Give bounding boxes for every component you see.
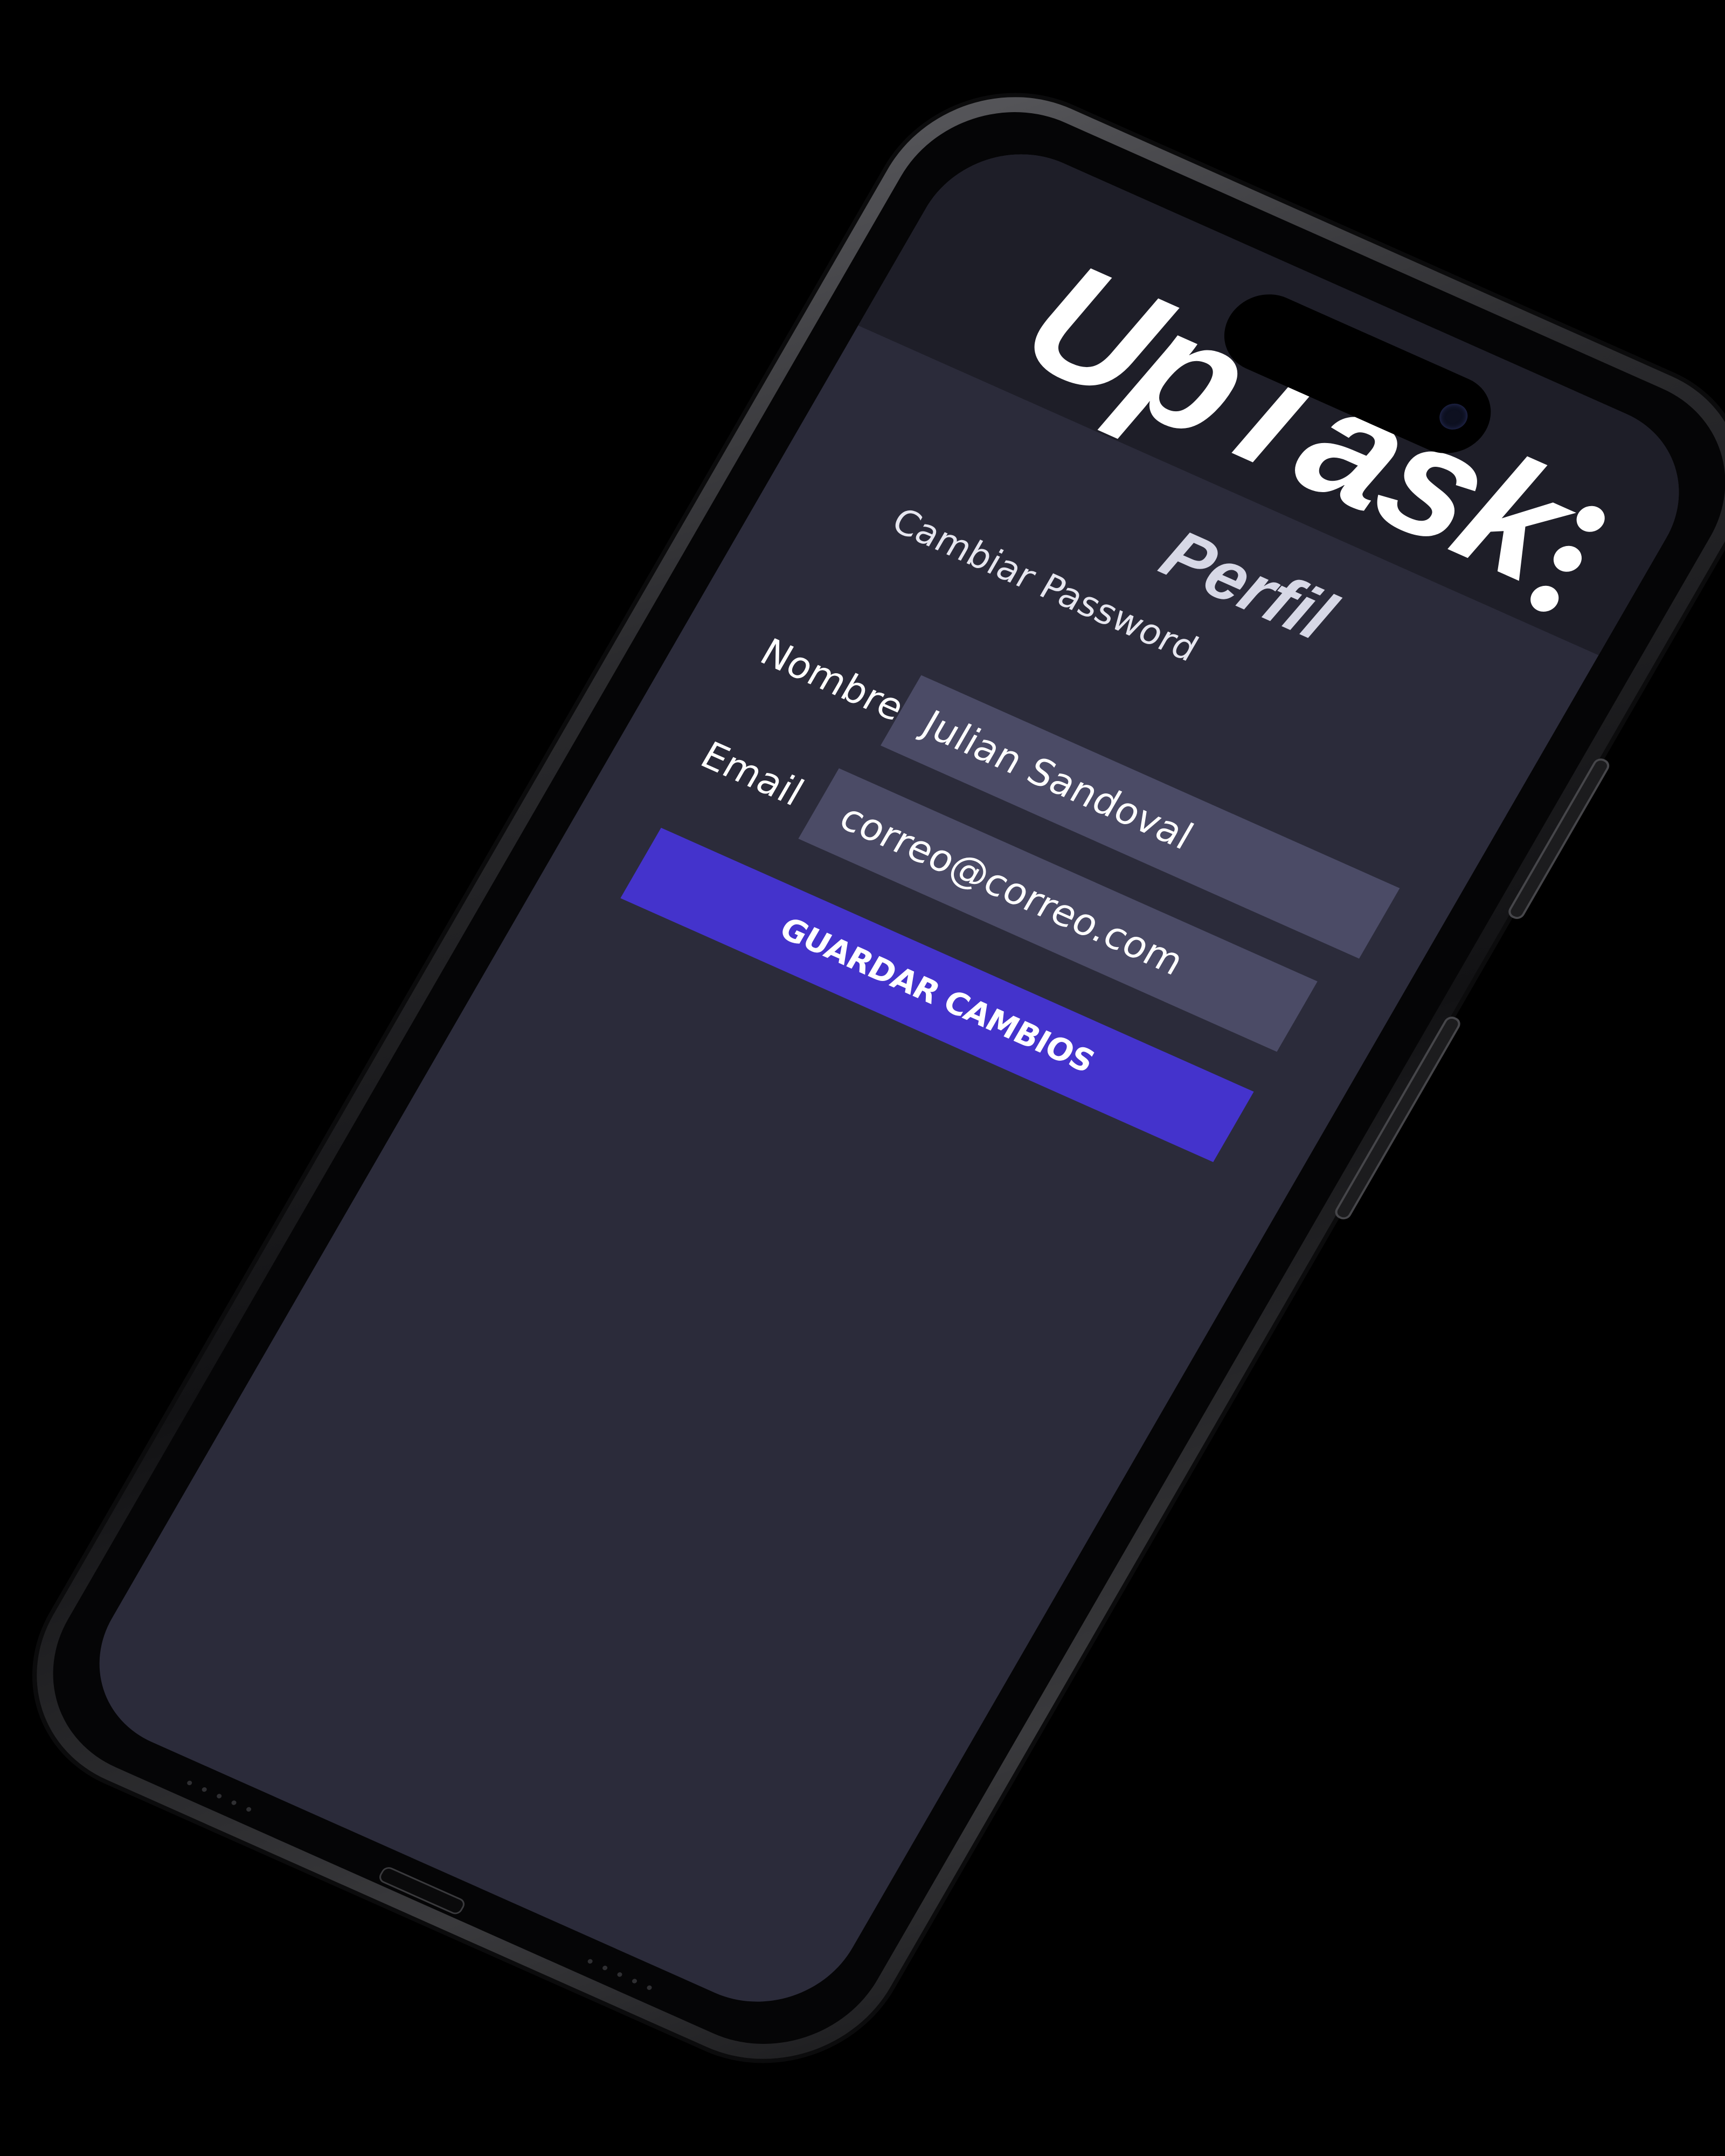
screen: UpTask Perfil Cambiar Password Nombre Ju… bbox=[63, 123, 1715, 2033]
menu-dot bbox=[1548, 541, 1587, 576]
stage: ••••• ••••• UpTask Perfil Cambiar Passwo… bbox=[0, 0, 1725, 2156]
name-label: Nombre bbox=[753, 630, 912, 730]
email-label: Email bbox=[693, 733, 812, 815]
menu-dot bbox=[1571, 501, 1610, 536]
phone-bezel: ••••• ••••• UpTask Perfil Cambiar Passwo… bbox=[10, 75, 1725, 2081]
front-camera-icon bbox=[1434, 399, 1473, 434]
phone-device: ••••• ••••• UpTask Perfil Cambiar Passwo… bbox=[0, 56, 1725, 2100]
menu-dot bbox=[1525, 581, 1564, 616]
